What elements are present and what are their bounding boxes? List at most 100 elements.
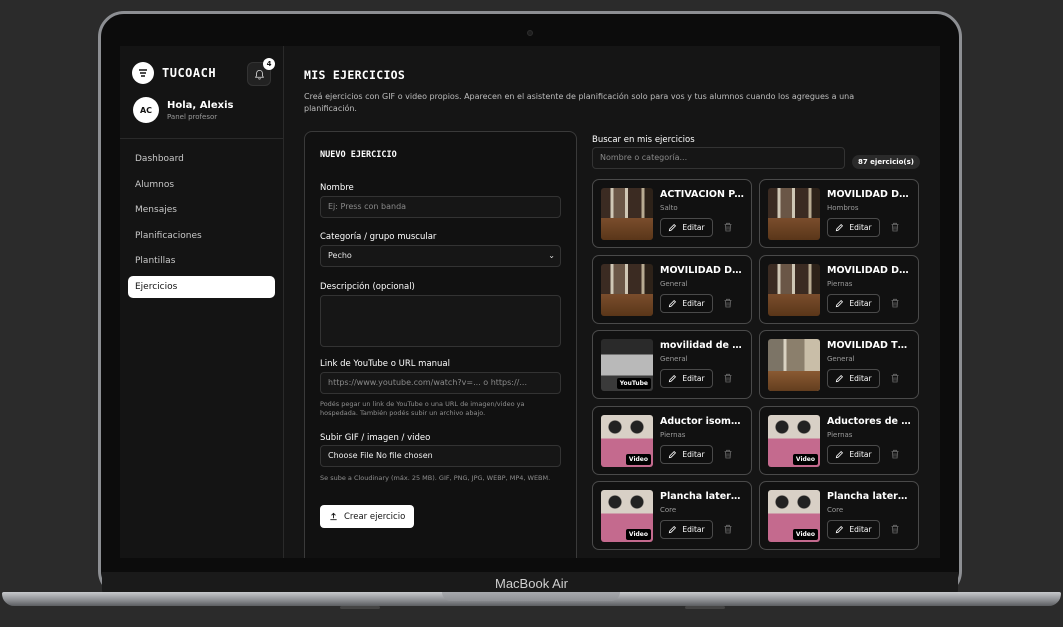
edit-button[interactable]: Editar (827, 293, 880, 313)
exercise-thumbnail: Video (768, 414, 820, 467)
category-label: Categoría / grupo muscular (320, 232, 437, 242)
media-type-badge: Video (792, 529, 818, 540)
upload-label: Subir GIF / imagen / video (320, 433, 431, 443)
notifications-button[interactable]: 4 (247, 58, 275, 86)
category-select[interactable]: Pecho ⌄ (320, 245, 561, 267)
edit-button[interactable]: Editar (827, 369, 880, 388)
sidebar-item-planificaciones[interactable]: Planificaciones (128, 225, 275, 247)
pencil-icon (669, 525, 677, 534)
media-type-badge: YouTube (616, 227, 651, 238)
description-textarea[interactable] (320, 295, 561, 347)
sidebar: TUCOACH 4 AC Hola, Alexis Panel profesor… (120, 46, 284, 558)
trash-icon[interactable] (889, 372, 901, 384)
user-name: Hola, Alexis (167, 99, 234, 111)
chevron-down-icon: ⌄ (548, 251, 555, 260)
exercise-category: Hombros (827, 204, 859, 212)
edit-button[interactable]: Editar (827, 444, 880, 464)
sidebar-item-dashboard[interactable]: Dashboard (128, 148, 275, 170)
trash-icon[interactable] (722, 372, 734, 384)
pencil-icon (669, 450, 677, 458)
sidebar-divider (120, 138, 283, 139)
file-upload-input[interactable]: Choose File No file chosen (320, 445, 561, 467)
edit-button[interactable]: Editar (660, 369, 713, 388)
media-type-badge: YouTube (616, 378, 651, 389)
pencil-icon (836, 223, 844, 232)
screen: TUCOACH 4 AC Hola, Alexis Panel profesor… (120, 46, 940, 558)
exercise-title: Plancha lateral ... (660, 491, 746, 502)
exercise-title: Aductor isomet... (660, 415, 746, 427)
pencil-icon (669, 299, 677, 307)
exercise-category: Piernas (827, 279, 853, 288)
pencil-icon (836, 525, 844, 534)
notification-count-badge: 4 (263, 58, 275, 70)
edit-button[interactable]: Editar (660, 293, 713, 313)
brand-name: TUCOACH (162, 66, 217, 80)
sidebar-item-plantillas[interactable]: Plantillas (128, 250, 275, 272)
edit-button[interactable]: Editar (827, 520, 880, 539)
media-type-badge: Video (625, 453, 651, 465)
upload-icon (330, 512, 337, 521)
exercise-category: Piernas (660, 430, 686, 439)
exercise-card[interactable]: YouTube MOVILIDAD DE ... Piernas Editar (759, 254, 919, 324)
exercise-count-badge: 87 ejercicio(s) (852, 155, 920, 169)
edit-button[interactable]: Editar (660, 444, 713, 464)
brand[interactable]: TUCOACH (132, 62, 216, 84)
edit-button[interactable]: Editar (827, 218, 880, 237)
link-label: Link de YouTube o URL manual (320, 359, 451, 369)
exercise-thumbnail: YouTube (768, 263, 820, 316)
trash-icon[interactable] (889, 221, 901, 233)
trash-icon[interactable] (722, 448, 734, 460)
edit-label: Editar (849, 223, 872, 232)
edit-label: Editar (682, 449, 705, 459)
edit-label: Editar (682, 298, 705, 308)
form-title: NUEVO EJERCICIO (320, 150, 397, 160)
exercise-thumbnail: Video (601, 414, 653, 467)
search-input[interactable]: Nombre o categoría... (592, 147, 845, 169)
exercise-category: Salto (660, 204, 678, 212)
edit-button[interactable]: Editar (660, 520, 713, 539)
create-exercise-button[interactable]: Crear ejercicio (320, 505, 415, 528)
exercise-card[interactable]: Video Plancha lateral ... Core Editar (592, 481, 752, 550)
sidebar-item-ejercicios[interactable]: Ejercicios (128, 275, 275, 298)
exercise-title: movilidad de c... (660, 340, 746, 351)
edit-label: Editar (849, 298, 872, 308)
trash-icon[interactable] (889, 523, 901, 535)
edit-label: Editar (849, 374, 872, 383)
name-input[interactable]: Ej: Press con banda (320, 196, 561, 218)
link-input[interactable]: https://www.youtube.com/watch?v=... o ht… (320, 372, 561, 394)
exercise-card[interactable]: Video MOVILIDAD TRE... General Editar (759, 330, 919, 399)
user-profile[interactable]: AC Hola, Alexis Panel profesor (133, 97, 233, 123)
edit-button[interactable]: Editar (660, 218, 713, 237)
sidebar-nav: Dashboard Alumnos Mensajes Planificaciones P… (128, 148, 275, 302)
exercise-card[interactable]: YouTube ACTIVACION PA... Salto Editar (592, 179, 752, 248)
exercise-title: MOVILIDAD DE ... (827, 189, 913, 200)
trash-icon[interactable] (722, 297, 734, 309)
brand-logo-icon (132, 62, 154, 84)
user-role: Panel profesor (167, 112, 218, 121)
sidebar-item-alumnos[interactable]: Alumnos (128, 174, 275, 196)
trash-icon[interactable] (889, 297, 901, 309)
edit-label: Editar (849, 449, 872, 459)
exercise-card[interactable]: Video Plancha lateral ... Core Editar (759, 481, 919, 550)
exercise-thumbnail: YouTube (768, 188, 820, 240)
exercise-thumbnail: YouTube (601, 263, 653, 316)
exercise-thumbnail: Video (768, 490, 820, 542)
category-value: Pecho (328, 251, 352, 260)
laptop-foot (340, 606, 380, 609)
trash-icon[interactable] (722, 523, 734, 535)
exercise-card[interactable]: YouTube MOVILIDAD DE ... General Editar (592, 254, 752, 324)
exercise-card[interactable]: YouTube MOVILIDAD DE ... Hombros Editar (759, 179, 919, 248)
trash-icon[interactable] (722, 221, 734, 233)
exercise-card[interactable]: YouTube movilidad de c... General Editar (592, 330, 752, 399)
exercise-category: Piernas (827, 430, 853, 439)
device-label: MacBook Air (495, 576, 568, 591)
sidebar-item-mensajes[interactable]: Mensajes (128, 199, 275, 221)
trash-icon[interactable] (889, 448, 901, 460)
media-type-badge: Video (625, 529, 651, 540)
exercise-category: Core (660, 506, 677, 514)
edit-label: Editar (682, 374, 705, 383)
exercise-card[interactable]: Video Aductores de p... Piernas Editar (759, 405, 919, 475)
upload-help-text: Se sube a Cloudinary (máx. 25 MB). GIF, … (320, 474, 551, 482)
name-label: Nombre (320, 183, 354, 193)
exercise-card[interactable]: Video Aductor isomet... Piernas Editar (592, 405, 752, 475)
